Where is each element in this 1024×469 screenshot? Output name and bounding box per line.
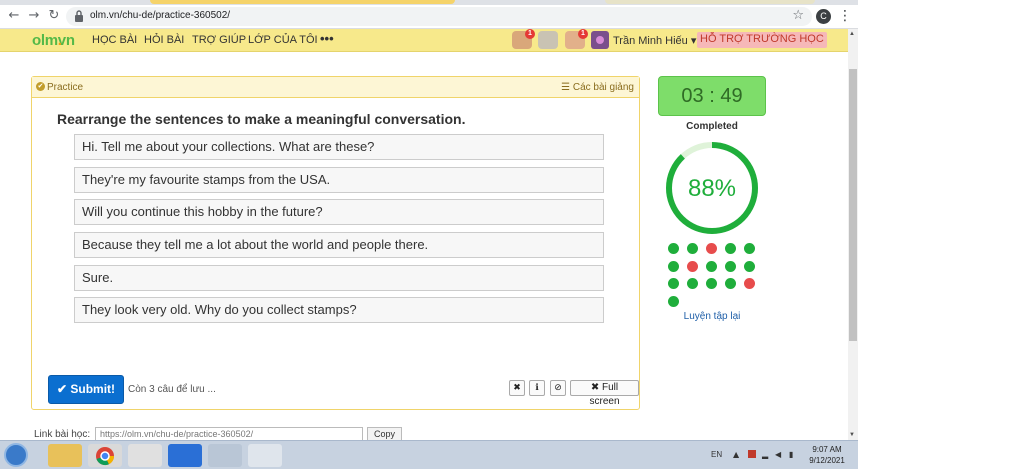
lessons-link[interactable]: ☰ Các bài giảng <box>561 82 634 93</box>
result-dot-correct[interactable] <box>668 278 679 289</box>
more-menu-icon[interactable]: ••• <box>320 31 334 46</box>
practice-again-link[interactable]: Luyện tập lại <box>658 311 766 322</box>
percent-label: 88% <box>688 175 736 202</box>
close-icon[interactable]: ✖ <box>509 380 525 396</box>
user-menu[interactable]: Trần Minh Hiếu ▾ <box>613 34 696 47</box>
notifications-icon[interactable]: 1 <box>565 29 588 49</box>
list-icon: ☰ <box>561 82 571 93</box>
remaining-status: Còn 3 câu để lưu ... <box>128 384 216 395</box>
result-dot-correct[interactable] <box>687 278 698 289</box>
browser-tab-active[interactable] <box>150 0 455 4</box>
clock-time: 9:07 AM <box>812 445 842 454</box>
site-logo[interactable]: olm. vn <box>32 32 75 49</box>
fullscreen-button[interactable]: ✖ Full screen <box>570 380 639 407</box>
back-icon[interactable]: ← <box>6 8 22 24</box>
result-dot-correct[interactable] <box>687 243 698 254</box>
result-dot-correct[interactable] <box>706 278 717 289</box>
result-dot-wrong[interactable] <box>706 243 717 254</box>
user-avatar[interactable] <box>591 31 609 49</box>
nav-lop-cua-toi[interactable]: LỚP CỦA TÔI <box>248 34 318 46</box>
sentence-item[interactable]: Hi. Tell me about your collections. What… <box>74 134 604 160</box>
friend-request-icon[interactable]: 1 <box>512 29 535 49</box>
panel-title: Practice <box>47 82 84 93</box>
check-circle-icon: ✔ <box>36 82 45 91</box>
url-text: olm.vn/chu-de/practice-360502/ <box>90 10 231 21</box>
scroll-down-icon[interactable]: ▼ <box>849 432 855 438</box>
bookmark-star-icon[interactable]: ☆ <box>792 8 804 23</box>
result-dot-correct[interactable] <box>744 260 755 272</box>
sentence-item[interactable]: Will you continue this hobby in the futu… <box>74 199 604 225</box>
notification-badge: 1 <box>525 29 535 39</box>
network-icon[interactable]: ▂ <box>762 450 768 459</box>
result-dot-wrong[interactable] <box>687 260 698 272</box>
scroll-up-icon[interactable]: ▲ <box>849 31 855 37</box>
volume-icon[interactable]: ◀ <box>775 450 781 459</box>
browser-menu-icon[interactable]: ⋮ <box>838 8 852 24</box>
site-navbar: olm. vn HỌC BÀI HỎI BÀI TRỢ GIÚP LỚP CỦA … <box>0 29 848 52</box>
nav-hoi-bai[interactable]: HỎI BÀI <box>144 34 184 46</box>
lesson-link-label: Link bài học: <box>34 429 91 440</box>
sentence-item[interactable]: Sure. <box>74 265 604 291</box>
address-bar[interactable]: olm.vn/chu-de/practice-360502/ ☆ <box>66 7 812 26</box>
result-dot-correct[interactable] <box>725 260 736 272</box>
browser-toolbar: ← → ↻ olm.vn/chu-de/practice-360502/ ☆ C… <box>0 5 858 29</box>
forward-icon[interactable]: → <box>26 8 42 24</box>
scrollbar-thumb[interactable] <box>849 69 857 341</box>
notification-badge: 1 <box>578 29 588 39</box>
sentence-item[interactable]: They're my favourite stamps from the USA… <box>74 167 604 193</box>
clock-date: 9/12/2021 <box>809 456 845 465</box>
chrome-icon[interactable] <box>88 444 122 467</box>
ban-icon[interactable]: ⊘ <box>550 380 566 396</box>
app-window-icon[interactable] <box>248 444 282 467</box>
start-button[interactable] <box>4 443 28 467</box>
flag-icon[interactable] <box>748 450 756 458</box>
zalo-icon[interactable] <box>168 444 202 467</box>
nav-hoc-bai[interactable]: HỌC BÀI <box>92 34 137 46</box>
chrome-logo <box>96 447 115 466</box>
result-dot-correct[interactable] <box>725 278 736 289</box>
system-clock[interactable]: 9:07 AM 9/12/2021 <box>807 444 847 466</box>
completed-label: Completed <box>686 121 738 132</box>
result-dot-correct[interactable] <box>668 243 679 254</box>
tray-arrow-icon[interactable]: ▲ <box>733 450 739 459</box>
panel-header: ✔ Practice ☰ Các bài giảng <box>32 77 639 98</box>
media-player-icon[interactable] <box>128 444 162 467</box>
profile-avatar[interactable]: C <box>816 9 831 24</box>
completion-donut: 88% <box>666 142 758 234</box>
messages-icon[interactable] <box>538 31 558 49</box>
browser-tab[interactable] <box>605 0 815 4</box>
timer-display: 03 : 49 <box>658 76 766 116</box>
lock-icon <box>75 10 83 22</box>
lesson-link-input[interactable]: https://olm.vn/chu-de/practice-360502/ <box>95 427 363 441</box>
power-icon[interactable]: ▮ <box>789 450 793 459</box>
result-dot-correct[interactable] <box>668 260 679 272</box>
result-dot-wrong[interactable] <box>744 278 755 289</box>
practice-panel: ✔ Practice ☰ Các bài giảng Rearrange the… <box>31 76 640 410</box>
result-dot-correct[interactable] <box>706 260 717 272</box>
result-dot-correct[interactable] <box>744 243 755 254</box>
reload-icon[interactable]: ↻ <box>46 8 62 24</box>
result-dot-correct[interactable] <box>725 243 736 254</box>
chrome-window-icon[interactable] <box>208 444 242 467</box>
school-support-button[interactable]: HỖ TRỢ TRƯỜNG HỌC <box>697 32 827 48</box>
copy-button[interactable]: Copy <box>367 427 402 441</box>
submit-button[interactable]: ✔ Submit! <box>48 375 124 404</box>
question-text: Rearrange the sentences to make a meanin… <box>57 111 466 127</box>
result-dot-correct[interactable] <box>668 295 679 307</box>
sentence-item[interactable]: They look very old. Why do you collect s… <box>74 297 604 323</box>
info-icon[interactable]: ℹ <box>529 380 545 396</box>
page-scrollbar[interactable]: ▲ ▼ <box>848 29 858 440</box>
nav-tro-giup[interactable]: TRỢ GIÚP <box>192 34 246 46</box>
windows-taskbar: EN ▲ ▂ ◀ ▮ 9:07 AM 9/12/2021 <box>0 440 858 469</box>
sentence-item[interactable]: Because they tell me a lot about the wor… <box>74 232 604 258</box>
file-explorer-icon[interactable] <box>48 444 82 467</box>
language-indicator[interactable]: EN <box>711 450 722 459</box>
